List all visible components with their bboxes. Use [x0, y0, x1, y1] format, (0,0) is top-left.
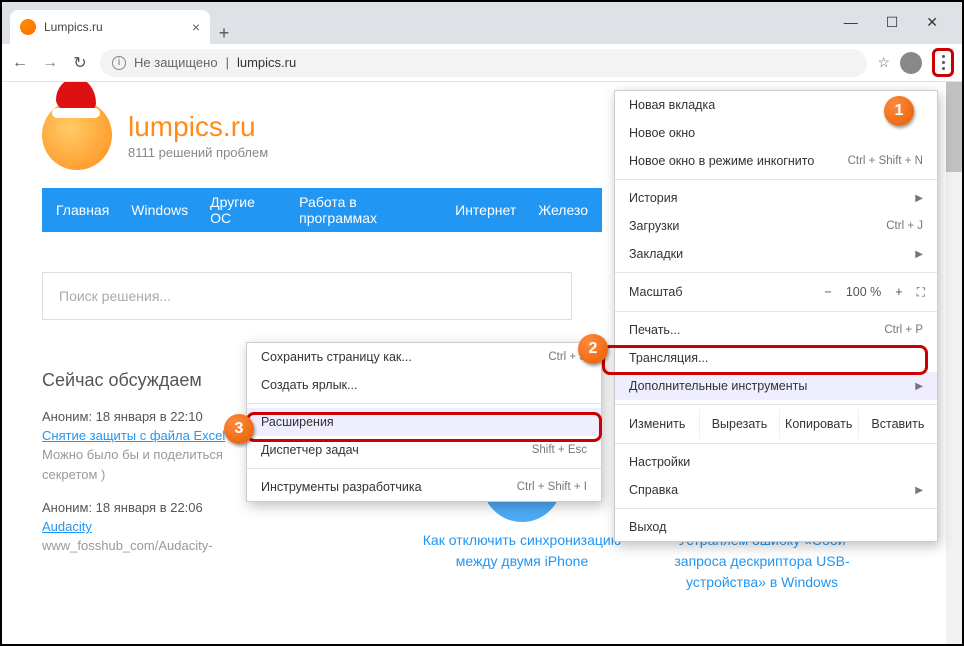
post-body: Можно было бы и поделиться секретом ) — [42, 445, 242, 484]
menu-cast[interactable]: Трансляция... — [615, 344, 937, 372]
chevron-right-icon: ▶ — [915, 485, 923, 496]
browser-toolbar: ← → ↻ i Не защищено | lumpics.ru ☆ — [2, 44, 962, 82]
tab-title: Lumpics.ru — [44, 20, 103, 34]
zoom-out-button[interactable]: − — [825, 285, 832, 299]
callout-badge-1: 1 — [884, 96, 914, 126]
callout-badge-2: 2 — [578, 334, 608, 364]
tab-strip: Lumpics.ru × + — [2, 2, 962, 44]
submenu-create-shortcut[interactable]: Создать ярлык... — [247, 371, 601, 399]
search-input[interactable]: Поиск решения... — [42, 272, 572, 320]
brand-tagline: 8111 решений проблем — [128, 145, 268, 160]
browser-tab[interactable]: Lumpics.ru × — [10, 10, 210, 44]
chevron-right-icon: ▶ — [915, 193, 923, 204]
maximize-button[interactable]: ☐ — [886, 14, 899, 31]
submenu-extensions[interactable]: Расширения — [247, 408, 601, 436]
address-bar[interactable]: i Не защищено | lumpics.ru — [100, 49, 867, 77]
search-placeholder: Поиск решения... — [59, 288, 171, 304]
menu-more-tools[interactable]: Дополнительные инструменты▶ — [615, 372, 937, 400]
zoom-in-button[interactable]: + — [895, 285, 902, 299]
nav-link[interactable]: Железо — [538, 202, 588, 218]
reload-button[interactable]: ↻ — [70, 53, 90, 73]
minimize-button[interactable]: — — [844, 14, 858, 30]
info-icon[interactable]: i — [112, 56, 126, 70]
chrome-main-menu: Новая вкладка Новое окно Новое окно в ре… — [614, 90, 938, 542]
chevron-right-icon: ▶ — [915, 381, 923, 392]
menu-cut[interactable]: Вырезать — [699, 409, 778, 439]
nav-link[interactable]: Работа в программах — [299, 194, 433, 226]
menu-history[interactable]: История▶ — [615, 184, 937, 212]
zoom-label: Масштаб — [629, 285, 682, 299]
tab-close-icon[interactable]: × — [192, 19, 200, 35]
window-controls: — ☐ ✕ — [820, 2, 962, 42]
chevron-right-icon: ▶ — [915, 249, 923, 260]
forward-button[interactable]: → — [40, 54, 60, 72]
url-text: lumpics.ru — [237, 55, 296, 70]
menu-exit[interactable]: Выход — [615, 513, 937, 541]
more-tools-submenu: Сохранить страницу как...Ctrl + S Создат… — [246, 342, 602, 502]
menu-edit-row: Изменить Вырезать Копировать Вставить — [615, 409, 937, 439]
profile-avatar[interactable] — [900, 52, 922, 74]
bookmark-star-icon[interactable]: ☆ — [877, 54, 890, 71]
fullscreen-icon[interactable]: ⛶ — [917, 285, 923, 300]
vertical-scrollbar[interactable] — [946, 82, 962, 644]
nav-link[interactable]: Главная — [56, 202, 109, 218]
menu-bookmarks[interactable]: Закладки▶ — [615, 240, 937, 268]
site-navbar: Главная Windows Другие ОС Работа в прогр… — [42, 188, 602, 232]
scrollbar-thumb[interactable] — [946, 82, 962, 172]
post-body: www_fosshub_com/Audacity- — [42, 536, 242, 556]
menu-incognito[interactable]: Новое окно в режиме инкогнитоCtrl + Shif… — [615, 147, 937, 175]
submenu-save-page[interactable]: Сохранить страницу как...Ctrl + S — [247, 343, 601, 371]
new-tab-button[interactable]: + — [210, 23, 238, 44]
menu-help[interactable]: Справка▶ — [615, 476, 937, 504]
brand-name: lumpics.ru — [128, 111, 268, 143]
menu-paste[interactable]: Вставить — [858, 409, 937, 439]
edit-label: Изменить — [615, 409, 699, 439]
security-label: Не защищено — [134, 55, 218, 70]
menu-copy[interactable]: Копировать — [779, 409, 858, 439]
favicon-icon — [20, 19, 36, 35]
menu-downloads[interactable]: ЗагрузкиCtrl + J — [615, 212, 937, 240]
menu-print[interactable]: Печать...Ctrl + P — [615, 316, 937, 344]
menu-new-window[interactable]: Новое окно — [615, 119, 937, 147]
nav-link[interactable]: Windows — [131, 202, 188, 218]
callout-badge-3: 3 — [224, 414, 254, 444]
zoom-value: 100 % — [846, 285, 881, 299]
nav-link[interactable]: Интернет — [455, 202, 516, 218]
menu-settings[interactable]: Настройки — [615, 448, 937, 476]
back-button[interactable]: ← — [10, 54, 30, 72]
nav-link[interactable]: Другие ОС — [210, 194, 277, 226]
brand-logo-icon — [42, 100, 112, 170]
card-title: Как отключить синхронизацию между двумя … — [423, 532, 621, 569]
url-separator: | — [226, 55, 229, 70]
submenu-task-manager[interactable]: Диспетчер задачShift + Esc — [247, 436, 601, 464]
menu-zoom: Масштаб − 100 % + ⛶ — [615, 277, 937, 307]
close-window-button[interactable]: ✕ — [926, 14, 938, 31]
main-menu-button[interactable] — [932, 48, 954, 77]
submenu-dev-tools[interactable]: Инструменты разработчикаCtrl + Shift + I — [247, 473, 601, 501]
